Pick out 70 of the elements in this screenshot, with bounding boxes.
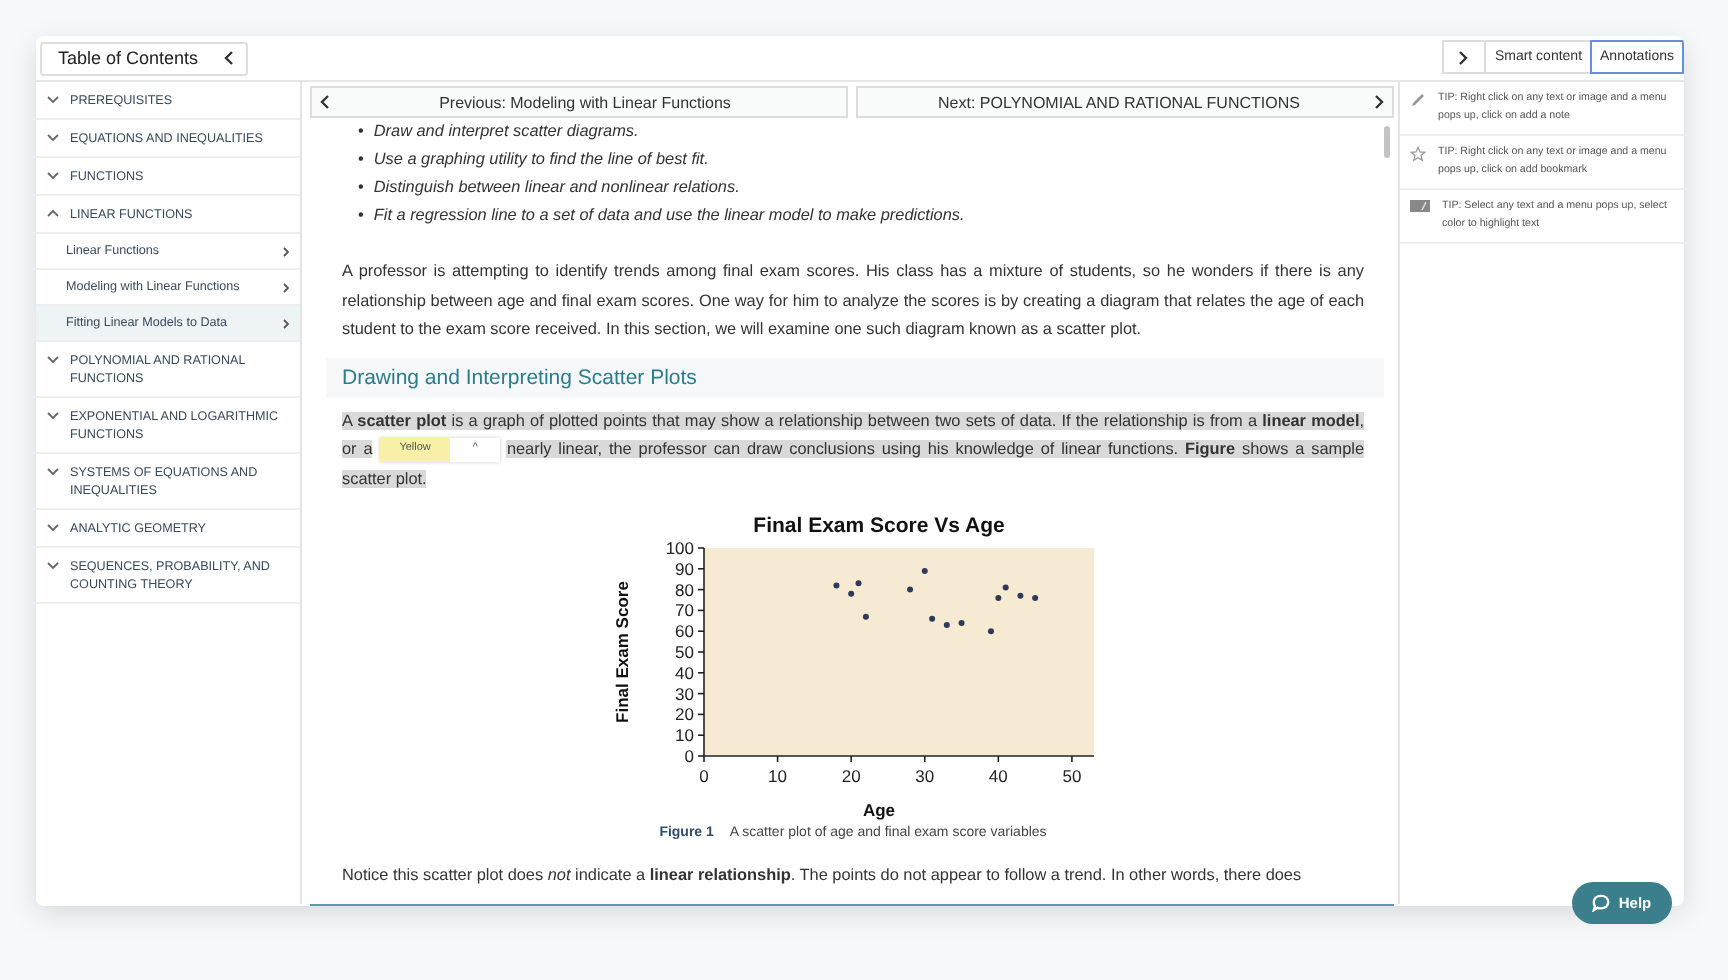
chat-bubble-icon [1592, 894, 1611, 912]
objective-item: Distinguish between linear and nonlinear relations. [373, 176, 742, 200]
chevron-down-icon [46, 410, 60, 420]
y-tick-label: 100 [664, 537, 693, 558]
chevron-down-icon [46, 132, 60, 142]
x-tick-label: 20 [840, 765, 860, 786]
y-tick-label: 70 [674, 599, 693, 620]
chevron-down-icon [46, 522, 60, 532]
chevron-left-icon [222, 50, 234, 66]
y-tick-label: 0 [683, 745, 693, 766]
data-point [994, 594, 1001, 601]
data-point [847, 589, 854, 596]
y-tick-label: 80 [674, 578, 693, 599]
data-point [957, 619, 964, 625]
chevron-down-icon [46, 560, 60, 570]
x-tick-label: 0 [698, 765, 708, 786]
section-heading: Drawing and Interpreting Scatter Plots [326, 357, 1384, 398]
objective-item: Use a graphing utility to find the line of best fit. [373, 148, 711, 172]
chevron-right-icon [1458, 49, 1471, 65]
x-tick-label: 10 [767, 765, 787, 786]
y-axis-title: Final Exam Score [611, 580, 631, 722]
y-tick-label: 60 [674, 620, 693, 641]
star-icon [1410, 146, 1426, 162]
y-tick-label: 40 [674, 661, 693, 682]
chevron-right-icon [1374, 94, 1386, 110]
data-point [854, 579, 861, 586]
y-tick-label: 90 [674, 557, 693, 578]
data-point [928, 614, 935, 621]
chevron-right-icon [282, 317, 290, 329]
pencil-icon [1410, 92, 1426, 108]
table-of-contents-button[interactable]: Table of Contents [40, 41, 248, 75]
chart-title: Final Exam Score Vs Age [752, 513, 1004, 538]
y-tick-label: 50 [674, 641, 693, 662]
data-point [906, 585, 913, 592]
y-tick-label: 30 [674, 682, 693, 703]
data-point [1001, 583, 1008, 590]
data-point [1016, 591, 1023, 598]
chevron-down-icon [46, 466, 60, 476]
chevron-down-icon [46, 170, 60, 180]
body-paragraph: Notice this scatter plot does not indicate a linear relationship. The points do not appear to follow a trend. In other words, there does [342, 863, 1304, 888]
x-tick-label: 50 [1061, 765, 1081, 786]
highlighter-icon [1410, 200, 1430, 212]
chevron-right-icon [282, 245, 290, 257]
bullet-mark: • [358, 120, 364, 144]
next-section-button[interactable]: Next: POLYNOMIAL AND RATIONAL FUNCTIONS [856, 86, 1394, 118]
x-tick-label: 30 [914, 765, 934, 786]
data-point [832, 581, 839, 588]
objective-item: Fit a regression line to a set of data and use the linear model to make predictions. [373, 204, 967, 228]
objective-item: Draw and interpret scatter diagrams. [373, 120, 641, 144]
bullet-mark: • [358, 176, 364, 200]
y-tick-label: 10 [674, 724, 693, 745]
x-tick-label: 40 [987, 765, 1007, 786]
scrollbar-thumb[interactable] [1384, 126, 1390, 158]
previous-section-button[interactable]: Previous: Modeling with Linear Functions [310, 86, 848, 118]
chevron-down-icon [46, 354, 60, 364]
data-point [942, 621, 949, 628]
chevron-up-icon [46, 208, 60, 218]
chevron-right-icon [282, 281, 290, 293]
intro-paragraph: A professor is attempting to identify trends among final exam scores. His class has a mixture of students, so he wonders if there is any relationship between age and final exam scores. One way for him to analyze the scores is by creating a diagram that relates the age of each student to the exam score received. In this section, we will examine one such diagram known as a scatter plot. [342, 260, 1364, 343]
y-tick-label: 20 [674, 703, 693, 724]
chevron-down-icon [46, 94, 60, 104]
bullet-mark: • [358, 148, 364, 172]
bullet-mark: • [358, 204, 364, 228]
data-point [861, 612, 868, 619]
chevron-left-icon [318, 94, 330, 110]
data-point [1031, 594, 1038, 601]
expand-panel-button[interactable] [1442, 40, 1487, 74]
x-axis-title: Age [861, 799, 895, 820]
data-point [920, 567, 927, 573]
data-point [987, 627, 993, 634]
